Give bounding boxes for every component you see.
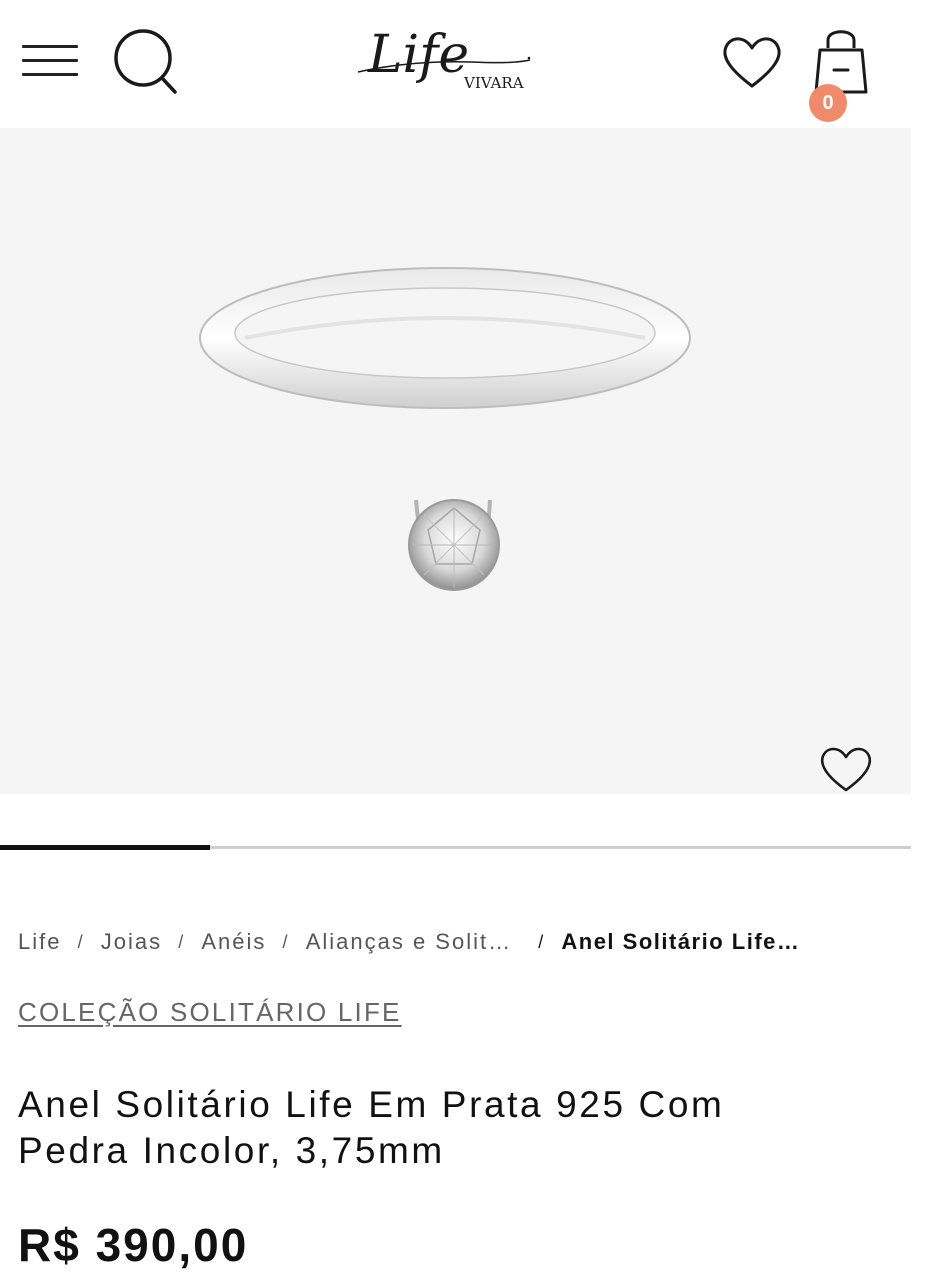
breadcrumb-separator: / (178, 931, 186, 952)
product-image-gallery[interactable] (0, 128, 911, 794)
cart-count-badge: 0 (809, 84, 847, 122)
product-title: Anel Solitário Life Em Prata 925 Com Ped… (18, 1082, 878, 1174)
breadcrumb-item-life[interactable]: Life (18, 929, 61, 955)
breadcrumb-separator: / (282, 931, 290, 952)
header: Life VIVARA 0 (0, 0, 932, 128)
menu-line (22, 45, 78, 48)
breadcrumb-item-aliancas[interactable]: Alianças e Solit… (306, 929, 512, 955)
breadcrumb-item-aneis[interactable]: Anéis (201, 929, 266, 955)
product-title-line1: Anel Solitário Life Em Prata 925 Com (18, 1084, 725, 1125)
collection-link[interactable]: COLEÇÃO SOLITÁRIO LIFE (18, 997, 402, 1028)
wishlist-heart-icon[interactable] (720, 30, 784, 94)
logo-text: Life (367, 25, 469, 85)
breadcrumb-item-joias[interactable]: Joias (101, 929, 162, 955)
search-icon[interactable] (110, 26, 182, 98)
breadcrumb-current: Anel Solitário Life… (561, 929, 801, 955)
logo-subtext: VIVARA (463, 74, 524, 92)
product-image-ring (190, 258, 700, 608)
product-price: R$ 390,00 (18, 1219, 249, 1271)
breadcrumb-separator: / (538, 931, 546, 952)
menu-icon[interactable] (20, 40, 80, 80)
menu-line (22, 59, 78, 62)
favorite-heart-icon[interactable] (817, 742, 875, 796)
brand-logo[interactable]: Life VIVARA (352, 20, 542, 104)
breadcrumb: Life / Joias / Anéis / Alianças e Solit…… (18, 928, 918, 956)
gallery-progress-fill (0, 845, 210, 850)
product-title-line2: Pedra Incolor, 3,75mm (18, 1130, 445, 1171)
breadcrumb-separator: / (77, 931, 85, 952)
menu-line (22, 73, 78, 76)
